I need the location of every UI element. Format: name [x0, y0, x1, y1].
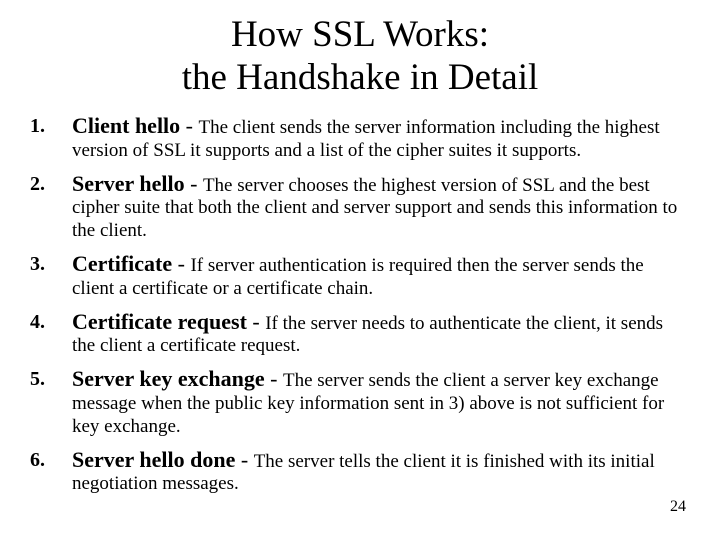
title-line-1: How SSL Works: — [231, 14, 489, 55]
item-number: 4. — [30, 309, 72, 367]
item-lead: Server key exchange — [72, 366, 265, 391]
title-line-2: the Handshake in Detail — [182, 57, 539, 98]
item-number: 6. — [30, 447, 72, 505]
item-body: Server key exchange - The server sends t… — [72, 366, 690, 446]
item-lead: Server hello — [72, 171, 185, 196]
item-body: Certificate - If server authentication i… — [72, 251, 690, 309]
list-item: 1. Client hello - The client sends the s… — [30, 113, 690, 171]
item-number: 5. — [30, 366, 72, 446]
list-item: 5. Server key exchange - The server send… — [30, 366, 690, 446]
item-lead: Client hello — [72, 113, 180, 138]
list-item: 2. Server hello - The server chooses the… — [30, 171, 690, 251]
item-lead: Certificate — [72, 251, 172, 276]
item-body: Client hello - The client sends the serv… — [72, 113, 690, 171]
list-item: 6. Server hello done - The server tells … — [30, 447, 690, 505]
slide: How SSL Works: the Handshake in Detail 1… — [0, 0, 720, 540]
item-body: Server hello - The server chooses the hi… — [72, 171, 690, 251]
item-number: 2. — [30, 171, 72, 251]
list-item: 4. Certificate request - If the server n… — [30, 309, 690, 367]
item-lead: Server hello done — [72, 447, 235, 472]
slide-title: How SSL Works: the Handshake in Detail — [30, 14, 690, 99]
steps-list: 1. Client hello - The client sends the s… — [30, 113, 690, 504]
item-lead: Certificate request — [72, 309, 247, 334]
item-body: Server hello done - The server tells the… — [72, 447, 690, 505]
list-item: 3. Certificate - If server authenticatio… — [30, 251, 690, 309]
item-number: 1. — [30, 113, 72, 171]
item-number: 3. — [30, 251, 72, 309]
item-body: Certificate request - If the server need… — [72, 309, 690, 367]
page-number: 24 — [670, 498, 686, 516]
